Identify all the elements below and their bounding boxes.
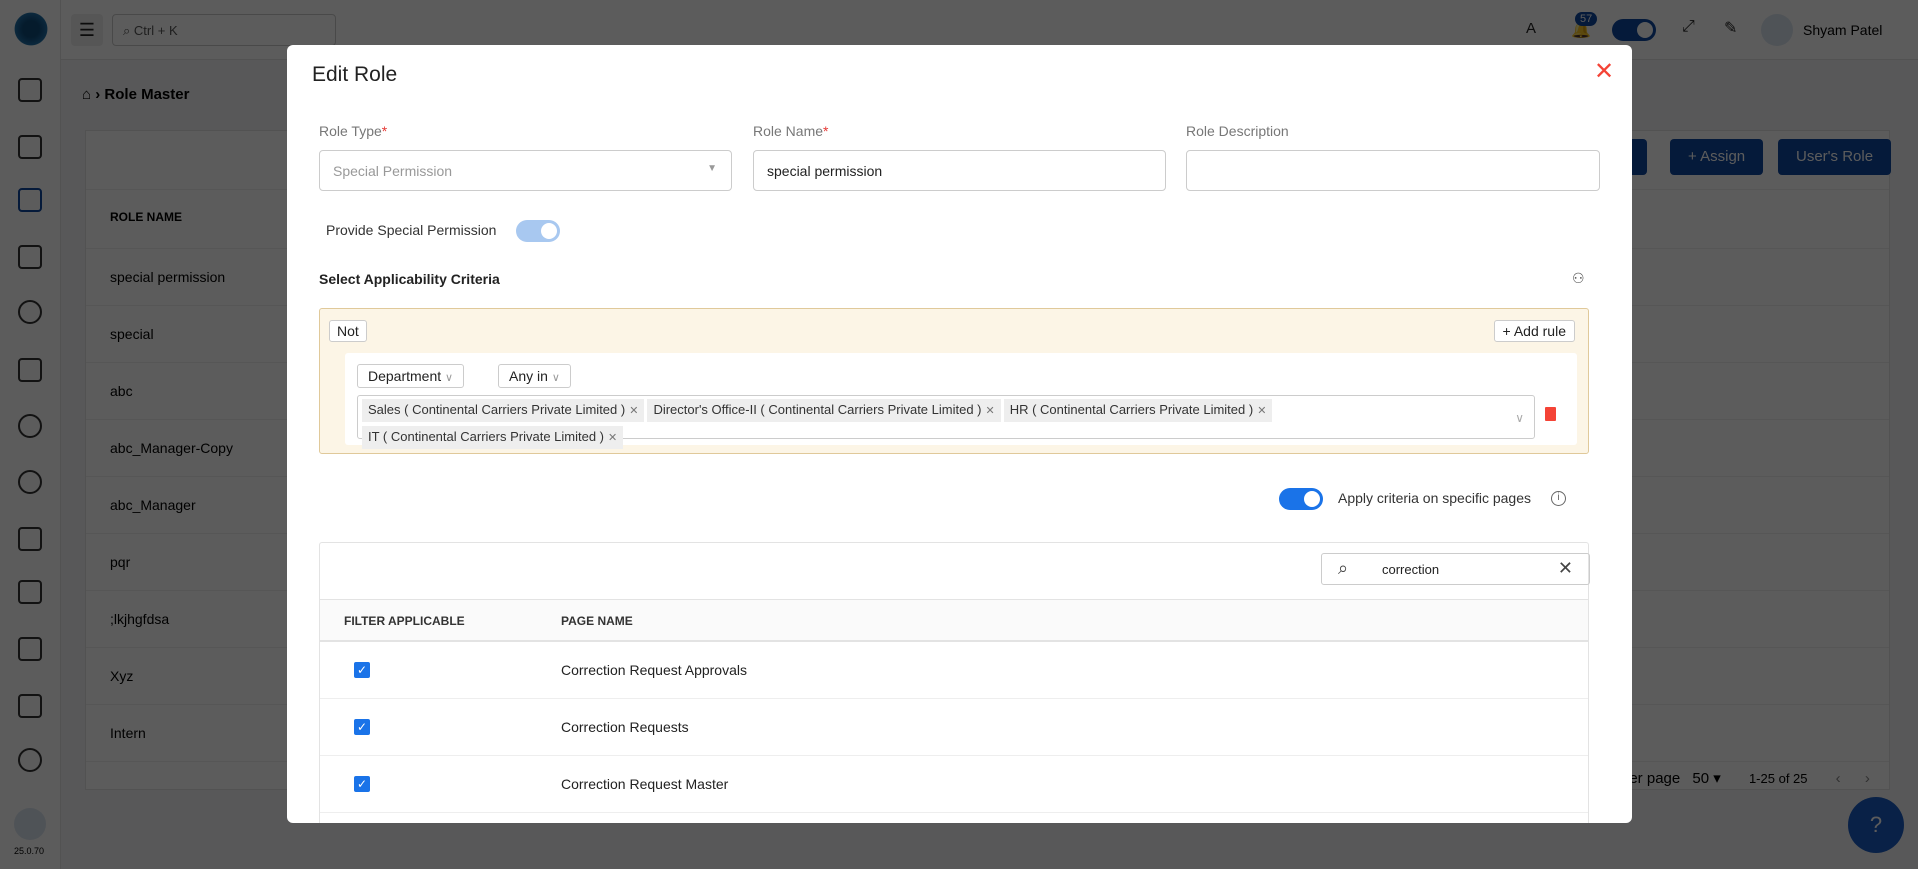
- remove-chip-icon[interactable]: ✕: [1257, 405, 1266, 417]
- translate-icon[interactable]: A: [1526, 20, 1536, 37]
- calendar-tools-icon[interactable]: [18, 135, 42, 159]
- clear-search-icon[interactable]: ✕: [1558, 558, 1573, 579]
- operator-select[interactable]: Any in ∨: [498, 364, 571, 388]
- chevron-down-icon: ▼: [707, 163, 717, 174]
- criteria-title: Select Applicability Criteria: [319, 271, 500, 287]
- add-rule-button[interactable]: + Add rule: [1493, 320, 1575, 342]
- field-select[interactable]: Department ∨: [357, 364, 465, 388]
- global-search[interactable]: ⌕ Ctrl + K: [112, 14, 336, 46]
- role-type-label: Role Type*: [319, 123, 388, 139]
- assign-button[interactable]: + Assign: [1670, 139, 1764, 175]
- per-page-select[interactable]: 50: [1692, 770, 1709, 787]
- sidebar: 25.0.70: [0, 0, 61, 869]
- users-icon[interactable]: ⚇: [1572, 270, 1585, 287]
- role-type-select[interactable]: Special Permission ▼: [319, 150, 732, 191]
- calendar-icon[interactable]: [18, 188, 42, 212]
- page-range: 1-25 of 25: [1748, 771, 1808, 786]
- rule-row: Department ∨ Any in ∨ Sales ( Continenta…: [345, 353, 1577, 449]
- logo: [12, 10, 50, 48]
- menu-toggle-icon[interactable]: ☰: [71, 14, 103, 46]
- header-page-name: PAGE NAME: [561, 614, 633, 628]
- remove-chip-icon[interactable]: ✕: [608, 432, 617, 444]
- pagination: per page 50 ▾ 1-25 of 25 ‹ ›: [1621, 770, 1870, 787]
- value-chip: Sales ( Continental Carriers Private Lim…: [362, 399, 645, 422]
- special-permission-label: Provide Special Permission: [326, 222, 497, 238]
- values-multiselect[interactable]: Sales ( Continental Carriers Private Lim…: [357, 395, 1535, 449]
- percent-icon[interactable]: [18, 527, 42, 551]
- chart-icon[interactable]: [18, 637, 42, 661]
- clipboard-icon[interactable]: [18, 245, 42, 269]
- clock-icon[interactable]: [18, 300, 42, 324]
- remove-chip-icon[interactable]: ✕: [629, 405, 638, 417]
- filter-checkbox[interactable]: ✓: [354, 776, 370, 792]
- not-toggle[interactable]: Not: [329, 320, 367, 342]
- payroll-icon[interactable]: [18, 470, 42, 494]
- role-description-label: Role Description: [1186, 123, 1289, 139]
- filter-checkbox[interactable]: ✓: [354, 719, 370, 735]
- brush-icon[interactable]: ✎: [1724, 18, 1737, 38]
- version: 25.0.70: [14, 846, 45, 856]
- user-avatar[interactable]: [1761, 14, 1793, 46]
- notification-badge: 57: [1575, 12, 1598, 26]
- pages-table: ⌕ correction ✕ FILTER APPLICABLE PAGE NA…: [319, 542, 1590, 823]
- user-name[interactable]: Shyam Patel: [1803, 22, 1882, 38]
- money-icon[interactable]: [18, 414, 42, 438]
- users-role-button[interactable]: User's Role: [1778, 139, 1892, 175]
- account-icon[interactable]: [18, 748, 42, 772]
- special-permission-toggle[interactable]: [516, 220, 560, 242]
- role-name-input[interactable]: special permission: [753, 150, 1166, 191]
- help-button[interactable]: ?: [1848, 797, 1904, 853]
- info-icon[interactable]: i: [1551, 491, 1566, 506]
- delete-rule-icon[interactable]: [1545, 407, 1556, 421]
- prev-page-icon[interactable]: ‹: [1836, 770, 1841, 787]
- mode-toggle[interactable]: [1612, 19, 1656, 41]
- role-description-input[interactable]: [1186, 150, 1600, 191]
- next-page-icon[interactable]: ›: [1865, 770, 1870, 787]
- badge-icon[interactable]: [18, 358, 42, 382]
- value-chip: IT ( Continental Carriers Private Limite…: [362, 426, 624, 449]
- role-name-label: Role Name*: [753, 123, 829, 139]
- search-icon: ⌕: [1338, 558, 1349, 578]
- devices-icon[interactable]: [18, 694, 42, 718]
- page-search[interactable]: ⌕ correction ✕: [1321, 553, 1590, 585]
- criteria-group: Not + Add rule Department ∨ Any in ∨ Sal…: [319, 308, 1589, 454]
- chevron-down-icon: ∨: [1515, 411, 1524, 425]
- breadcrumb-current: Role Master: [104, 86, 190, 103]
- header-filter-applicable: FILTER APPLICABLE: [344, 614, 465, 628]
- apply-pages-toggle[interactable]: [1279, 488, 1323, 510]
- close-icon[interactable]: ✕: [1594, 57, 1614, 86]
- edit-role-dialog: Edit Role ✕ Role Type* Special Permissio…: [287, 45, 1632, 823]
- breadcrumb: ⌂ › Role Master: [82, 86, 190, 103]
- fullscreen-icon[interactable]: ⤢: [1682, 18, 1695, 36]
- filter-checkbox[interactable]: ✓: [354, 662, 370, 678]
- table-row: ✓ Correction Request Master: [320, 756, 1588, 813]
- apply-pages-label: Apply criteria on specific pages: [1338, 490, 1531, 506]
- home-icon[interactable]: ⌂: [82, 86, 91, 103]
- dashboard-icon[interactable]: [18, 78, 42, 102]
- remove-chip-icon[interactable]: ✕: [986, 405, 995, 417]
- table-row: ✓ Correction Requests: [320, 699, 1588, 756]
- search-icon: ⌕: [123, 23, 134, 38]
- avatar[interactable]: [14, 808, 46, 840]
- wallet-icon[interactable]: [18, 580, 42, 604]
- value-chip: Director's Office-II ( Continental Carri…: [647, 399, 1001, 422]
- value-chip: HR ( Continental Carriers Private Limite…: [1003, 399, 1273, 422]
- table-row: ✓ Correction Request Approvals: [320, 642, 1588, 699]
- table-header: FILTER APPLICABLE PAGE NAME: [320, 599, 1588, 642]
- dialog-title: Edit Role: [312, 63, 398, 86]
